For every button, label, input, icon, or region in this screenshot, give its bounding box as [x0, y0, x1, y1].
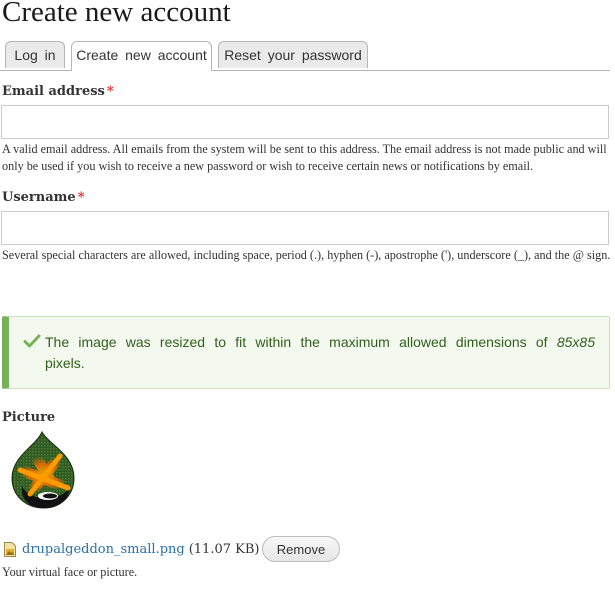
remove-button[interactable]: Remove [262, 536, 340, 562]
file-link[interactable]: drupalgeddon_small.png [22, 542, 185, 557]
status-dimensions: 85x85 [556, 334, 595, 350]
file-row: drupalgeddon_small.png (11.07 KB) [4, 536, 259, 562]
file-size: (11.07 KB) [188, 541, 260, 557]
username-field[interactable] [1, 211, 609, 245]
status-text-before: The image was resized to fit within the … [45, 334, 557, 350]
picture-label: Picture [2, 410, 56, 425]
picture-description: Your virtual face or picture. [2, 565, 138, 579]
email-label: Email address * [2, 84, 114, 99]
image-file-icon [4, 541, 16, 557]
tab-create-new-account[interactable]: Create new account [71, 41, 212, 71]
username-description: Several special characters are allowed, … [2, 248, 611, 262]
checkmark-icon [23, 334, 41, 348]
required-marker: * [77, 190, 85, 205]
email-description: A valid email address. All emails from t… [2, 142, 607, 173]
page-title: Create new account [2, 0, 231, 28]
status-text-after: pixels. [45, 355, 85, 371]
avatar-image [11, 430, 75, 509]
username-label-text: Username [2, 190, 76, 205]
required-marker: * [106, 84, 114, 99]
status-message-text: The image was resized to fit within the … [45, 332, 595, 374]
email-label-text: Email address [2, 84, 105, 99]
status-message: The image was resized to fit within the … [2, 316, 610, 389]
tab-reset-password[interactable]: Reset your password [218, 41, 368, 68]
email-field[interactable] [1, 105, 609, 139]
username-label: Username * [2, 190, 85, 205]
tab-bar: Log in Create new account Reset your pas… [0, 40, 610, 71]
tab-log-in[interactable]: Log in [5, 41, 65, 68]
